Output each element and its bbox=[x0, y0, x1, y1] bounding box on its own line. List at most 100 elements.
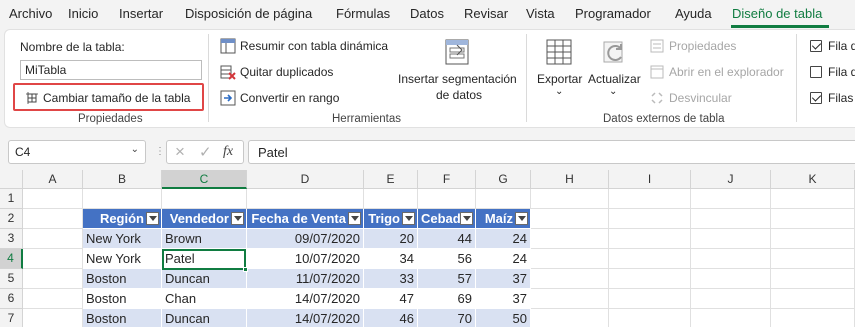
table-cell[interactable]: Brown bbox=[162, 229, 247, 249]
grid-cell[interactable] bbox=[247, 189, 364, 209]
chevron-down-icon[interactable]: ⌄ bbox=[131, 144, 139, 155]
table-cell[interactable]: Duncan bbox=[162, 309, 247, 327]
grid-cell[interactable] bbox=[609, 229, 691, 249]
column-header-d[interactable]: D bbox=[247, 170, 364, 189]
name-box[interactable]: C4 ⌄ bbox=[8, 140, 146, 164]
total-row-checkbox[interactable] bbox=[810, 66, 822, 78]
grid-cell[interactable] bbox=[771, 269, 855, 289]
banded-rows-checkbox[interactable] bbox=[810, 92, 822, 104]
grid-cell[interactable] bbox=[531, 189, 609, 209]
grid-cell[interactable] bbox=[771, 289, 855, 309]
table-cell[interactable]: New York bbox=[83, 229, 162, 249]
slicer-label-line2[interactable]: de datos bbox=[436, 88, 482, 102]
grid-cell[interactable] bbox=[609, 189, 691, 209]
table-cell[interactable]: Boston bbox=[83, 309, 162, 327]
tab-inicio[interactable]: Inicio bbox=[68, 6, 98, 21]
grid-cell[interactable] bbox=[771, 229, 855, 249]
table-cell[interactable]: 50 bbox=[476, 309, 531, 327]
grid-cell[interactable] bbox=[23, 189, 83, 209]
column-header-c[interactable]: C bbox=[162, 170, 247, 189]
filter-dropdown-icon[interactable] bbox=[146, 212, 159, 225]
grid-cell[interactable] bbox=[23, 309, 83, 327]
grid-cell[interactable] bbox=[691, 189, 771, 209]
filter-dropdown-icon[interactable] bbox=[460, 212, 473, 225]
grid-cell[interactable] bbox=[771, 249, 855, 269]
grid-cell[interactable] bbox=[23, 269, 83, 289]
table-cell[interactable]: 70 bbox=[418, 309, 476, 327]
table-header-cell[interactable]: Región bbox=[83, 209, 162, 229]
properties-button[interactable]: Propiedades bbox=[669, 39, 736, 53]
table-cell[interactable]: Boston bbox=[83, 289, 162, 309]
grid-cell[interactable] bbox=[531, 289, 609, 309]
table-header-cell[interactable]: Fecha de Venta bbox=[247, 209, 364, 229]
grid-cell[interactable] bbox=[609, 269, 691, 289]
pivot-summary-button[interactable]: Resumir con tabla dinámica bbox=[240, 39, 388, 53]
grid-cell[interactable] bbox=[691, 289, 771, 309]
more-options-icon[interactable]: ⋮ bbox=[155, 146, 165, 157]
tab-disposicion[interactable]: Disposición de página bbox=[185, 6, 312, 21]
grid-cell[interactable] bbox=[531, 309, 609, 327]
table-cell[interactable]: 11/07/2020 bbox=[247, 269, 364, 289]
column-header-j[interactable]: J bbox=[691, 170, 771, 189]
table-cell[interactable]: 09/07/2020 bbox=[247, 229, 364, 249]
table-header-cell[interactable]: Vendedor bbox=[162, 209, 247, 229]
filter-dropdown-icon[interactable] bbox=[348, 212, 361, 225]
table-cell[interactable]: 37 bbox=[476, 289, 531, 309]
tab-formulas[interactable]: Fórmulas bbox=[336, 6, 390, 21]
column-header-g[interactable]: G bbox=[476, 170, 531, 189]
grid-cell[interactable] bbox=[691, 229, 771, 249]
table-cell[interactable]: 37 bbox=[476, 269, 531, 289]
table-header-cell[interactable]: Trigo bbox=[364, 209, 418, 229]
table-cell[interactable]: 46 bbox=[364, 309, 418, 327]
table-header-cell[interactable]: Cebada bbox=[418, 209, 476, 229]
grid-cell[interactable] bbox=[691, 209, 771, 229]
table-cell[interactable]: Chan bbox=[162, 289, 247, 309]
convert-range-button[interactable]: Convertir en rango bbox=[240, 91, 339, 105]
grid-cell[interactable] bbox=[83, 189, 162, 209]
cancel-icon[interactable]: × bbox=[175, 142, 185, 162]
table-cell[interactable]: 14/07/2020 bbox=[247, 289, 364, 309]
row-header-4[interactable]: 4 bbox=[0, 249, 23, 269]
column-header-k[interactable]: K bbox=[771, 170, 855, 189]
tab-programador[interactable]: Programador bbox=[575, 6, 651, 21]
insert-function-icon[interactable]: fx bbox=[223, 144, 233, 160]
grid-cell[interactable] bbox=[531, 249, 609, 269]
table-cell[interactable]: 33 bbox=[364, 269, 418, 289]
row-header-5[interactable]: 5 bbox=[0, 269, 23, 289]
row-header-3[interactable]: 3 bbox=[0, 229, 23, 249]
grid-cell[interactable] bbox=[23, 229, 83, 249]
table-cell[interactable]: 69 bbox=[418, 289, 476, 309]
grid-cell[interactable] bbox=[609, 309, 691, 327]
grid-cell[interactable] bbox=[476, 189, 531, 209]
tab-revisar[interactable]: Revisar bbox=[464, 6, 508, 21]
column-header-b[interactable]: B bbox=[83, 170, 162, 189]
grid-cell[interactable] bbox=[364, 189, 418, 209]
table-cell[interactable]: 24 bbox=[476, 229, 531, 249]
grid-cell[interactable] bbox=[771, 209, 855, 229]
filter-dropdown-icon[interactable] bbox=[402, 212, 415, 225]
refresh-chevron-icon[interactable]: ⌄ bbox=[609, 86, 617, 97]
column-header-e[interactable]: E bbox=[364, 170, 418, 189]
grid-cell[interactable] bbox=[23, 209, 83, 229]
grid-cell[interactable] bbox=[531, 209, 609, 229]
table-cell[interactable]: 14/07/2020 bbox=[247, 309, 364, 327]
filter-dropdown-icon[interactable] bbox=[515, 212, 528, 225]
grid-cell[interactable] bbox=[771, 309, 855, 327]
grid-cell[interactable] bbox=[691, 249, 771, 269]
table-name-input[interactable]: MiTabla bbox=[20, 60, 202, 80]
table-cell[interactable]: 57 bbox=[418, 269, 476, 289]
column-header-f[interactable]: F bbox=[418, 170, 476, 189]
grid-cell[interactable] bbox=[609, 209, 691, 229]
tab-datos[interactable]: Datos bbox=[410, 6, 444, 21]
grid-cell[interactable] bbox=[162, 189, 247, 209]
grid-cell[interactable] bbox=[23, 249, 83, 269]
export-chevron-icon[interactable]: ⌄ bbox=[555, 86, 563, 97]
row-header-2[interactable]: 2 bbox=[0, 209, 23, 229]
grid-cell[interactable] bbox=[609, 249, 691, 269]
column-header-i[interactable]: I bbox=[609, 170, 691, 189]
refresh-button[interactable]: Actualizar bbox=[588, 72, 641, 86]
formula-input[interactable]: Patel bbox=[248, 140, 855, 164]
tab-ayuda[interactable]: Ayuda bbox=[675, 6, 712, 21]
table-cell[interactable]: Duncan bbox=[162, 269, 247, 289]
export-button[interactable]: Exportar bbox=[537, 72, 582, 86]
